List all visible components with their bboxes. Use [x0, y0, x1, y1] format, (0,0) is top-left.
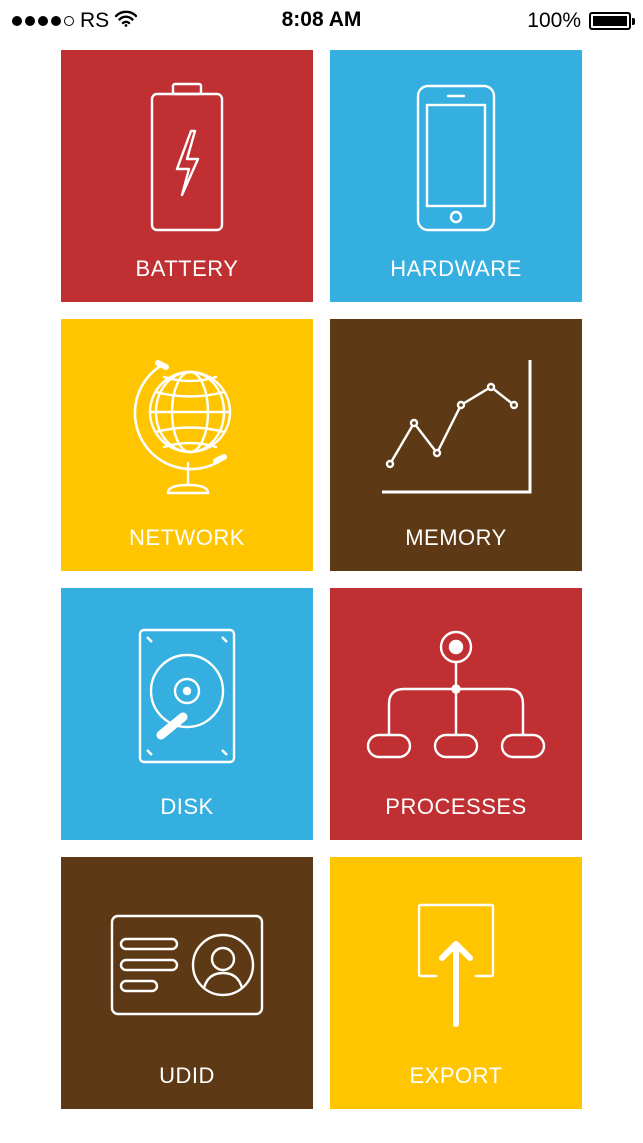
hardware-tile[interactable]: HARDWARE: [330, 50, 582, 302]
disk-tile[interactable]: DISK: [61, 588, 313, 840]
id-card-icon: [61, 885, 313, 1045]
battery-tile-label: BATTERY: [135, 256, 239, 281]
tile-grid: BATTERY HARDWARE NETWORK MEMORY DISK PRO…: [61, 50, 582, 1109]
status-right: 100%: [527, 9, 635, 33]
memory-tile-label: MEMORY: [405, 525, 507, 550]
battery-icon: [61, 78, 313, 238]
status-bar: RS 8:08 AM 100%: [0, 0, 643, 42]
memory-tile[interactable]: MEMORY: [330, 319, 582, 571]
udid-tile-label: UDID: [159, 1063, 215, 1088]
globe-icon: [61, 347, 313, 507]
network-tile-label: NETWORK: [129, 525, 245, 550]
export-icon: [330, 885, 582, 1045]
processes-tile-label: PROCESSES: [385, 794, 527, 819]
battery-percent: 100%: [527, 9, 581, 32]
line-chart-icon: [330, 347, 582, 507]
battery-tile[interactable]: BATTERY: [61, 50, 313, 302]
disk-tile-label: DISK: [160, 794, 214, 819]
processes-tile[interactable]: PROCESSES: [330, 588, 582, 840]
phone-icon: [330, 78, 582, 238]
network-tile[interactable]: NETWORK: [61, 319, 313, 571]
battery-level-fill: [593, 16, 627, 26]
hardware-tile-label: HARDWARE: [390, 256, 522, 281]
hierarchy-icon: [330, 616, 582, 776]
udid-tile[interactable]: UDID: [61, 857, 313, 1109]
hard-disk-icon: [61, 616, 313, 776]
battery-icon: [589, 12, 635, 30]
export-tile-label: EXPORT: [409, 1063, 503, 1088]
export-tile[interactable]: EXPORT: [330, 857, 582, 1109]
